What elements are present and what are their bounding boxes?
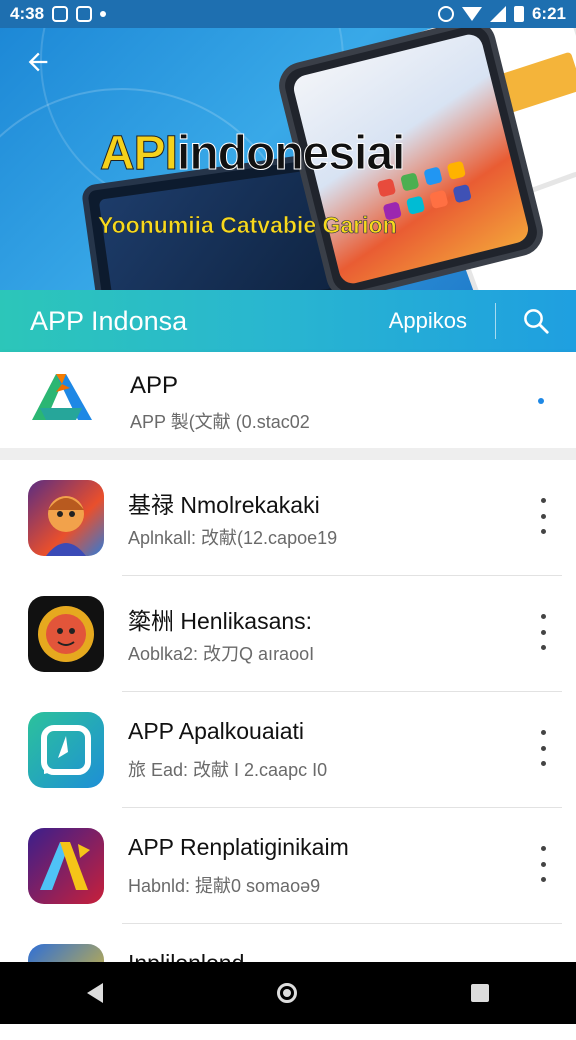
app-tile bbox=[446, 160, 467, 181]
app-subtitle: 旅 Ead: 改献 I 2.caapc I0 bbox=[128, 760, 328, 780]
status-right-text: 6:21 bbox=[531, 4, 566, 23]
navigation-bar bbox=[0, 962, 576, 1024]
featured-title: APP bbox=[130, 372, 179, 399]
app-title: 簗栦 Henlikasans: bbox=[128, 608, 313, 634]
lion-emblem-icon bbox=[28, 596, 104, 672]
status-right: 6:21 bbox=[437, 4, 566, 24]
message-icon bbox=[76, 6, 93, 22]
indicator-dot bbox=[538, 398, 544, 404]
nav-home-icon[interactable] bbox=[277, 983, 297, 1003]
list-item[interactable]: APP Apalkouaiati 旅 Ead: 改献 I 2.caapc I0 bbox=[0, 692, 576, 808]
app-bar-title: APP Indonsa bbox=[30, 305, 188, 336]
notification-icon bbox=[52, 6, 69, 22]
featured-app[interactable]: APP APP 製(文献 (0.stac02 bbox=[0, 352, 576, 448]
banner-title: APIindonesiai bbox=[99, 126, 406, 181]
wifi-icon bbox=[461, 7, 482, 21]
tab-apps[interactable]: Appikos bbox=[389, 308, 495, 334]
search-icon bbox=[524, 309, 549, 334]
chat-bubble-icon bbox=[28, 712, 104, 788]
banner-title-highlight: API bbox=[99, 127, 178, 181]
app-tile bbox=[423, 166, 443, 186]
app-title: 基禄 Nmolrekakaki bbox=[128, 492, 320, 518]
more-options-icon[interactable] bbox=[532, 614, 554, 650]
app-subtitle: Habnld: 提献0 somaoə9 bbox=[128, 876, 321, 896]
signal-icon bbox=[489, 6, 506, 22]
list-item[interactable]: 基禄 Nmolrekakaki Aplnkall: 改献(12.capoe19 bbox=[0, 460, 576, 576]
game-hero-icon bbox=[28, 480, 104, 556]
hero-banner: APIindonesiai Yoonumiia Catvabie Garion bbox=[0, 28, 576, 290]
more-options-icon[interactable] bbox=[532, 846, 554, 882]
status-left: 4:38 bbox=[10, 4, 107, 24]
back-arrow-icon[interactable] bbox=[20, 48, 56, 84]
search-button[interactable] bbox=[496, 290, 576, 352]
more-notifications-icon bbox=[100, 11, 107, 17]
app-logo-icon bbox=[26, 368, 98, 428]
section-gap bbox=[0, 448, 576, 460]
nav-recents-icon[interactable] bbox=[471, 984, 489, 1002]
nav-back-icon[interactable] bbox=[87, 983, 103, 1003]
more-options-icon[interactable] bbox=[532, 730, 554, 766]
app-title: APP Apalkouaiati bbox=[128, 718, 305, 744]
status-time: 4:38 bbox=[10, 4, 45, 23]
a-letter-icon bbox=[28, 828, 104, 904]
alarm-icon bbox=[437, 6, 454, 22]
app-bar: APP Indonsa Appikos bbox=[0, 290, 576, 352]
banner-subtitle: Yoonumiia Catvabie Garion bbox=[98, 212, 397, 239]
more-options-icon[interactable] bbox=[532, 498, 554, 534]
banner-title-rest: indonesiai bbox=[177, 127, 406, 181]
battery-icon bbox=[513, 6, 524, 22]
app-title: APP Renplatiginikaim bbox=[128, 834, 349, 860]
status-bar: 4:38 6:21 bbox=[0, 0, 576, 28]
featured-subtitle: APP 製(文献 (0.stac02 bbox=[130, 412, 310, 432]
app-subtitle: Aoblka2: 改刀Q aıraooI bbox=[128, 644, 315, 664]
app-subtitle: Aplnkall: 改献(12.capoe19 bbox=[128, 528, 338, 548]
list-item[interactable]: APP Renplatiginikaim Habnld: 提献0 somaoə9 bbox=[0, 808, 576, 924]
list-item[interactable]: 簗栦 Henlikasans: Aoblka2: 改刀Q aıraooI bbox=[0, 576, 576, 692]
